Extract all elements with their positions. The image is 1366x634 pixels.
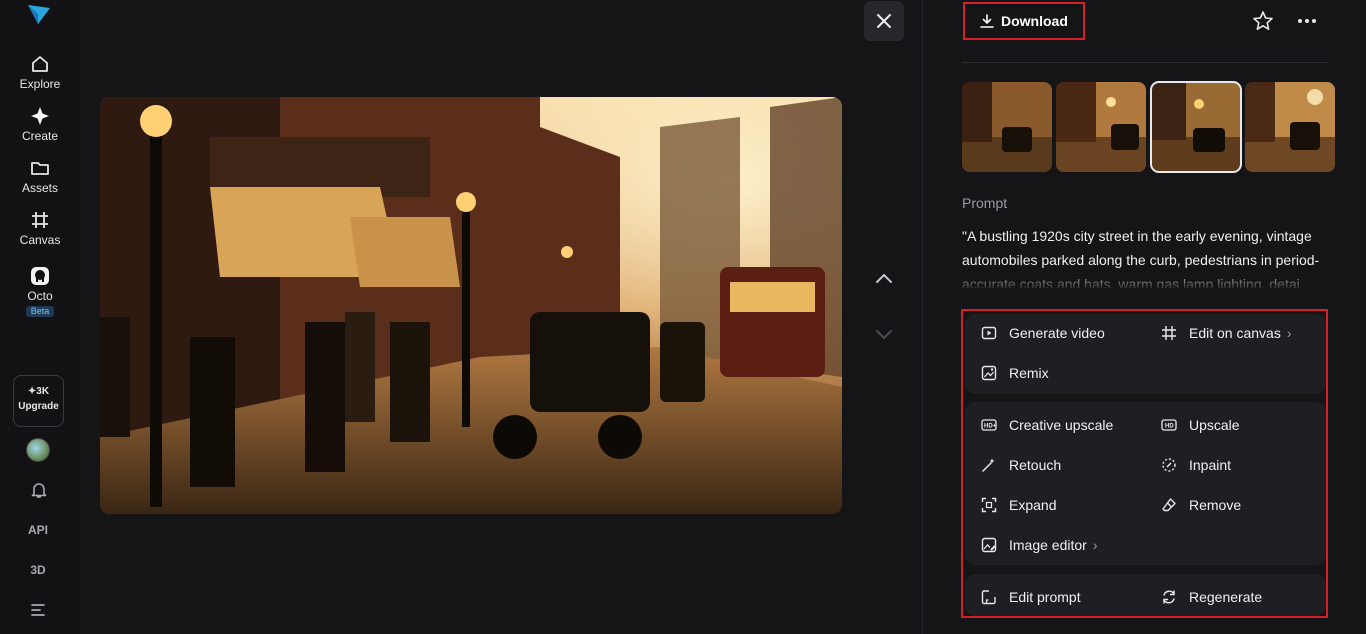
edit-prompt-icon (981, 590, 996, 605)
nav-assets[interactable]: Assets (0, 158, 80, 195)
street-scene-image (100, 97, 842, 514)
close-button[interactable] (864, 1, 904, 41)
api-link[interactable]: API (0, 523, 76, 537)
thumbnail-2[interactable] (1056, 82, 1146, 172)
download-button[interactable]: Download (963, 2, 1085, 40)
canvas-grid-icon (1162, 326, 1176, 340)
chevron-right-icon: › (1286, 325, 1292, 341)
edit-prompt-button[interactable]: Edit prompt (981, 587, 1081, 607)
upgrade-button[interactable]: ✦3K Upgrade (13, 375, 64, 427)
thumbnail-image (1151, 82, 1241, 172)
folder-icon (31, 162, 49, 175)
remove-label: Remove (1189, 497, 1242, 513)
close-icon (877, 14, 891, 28)
prompt-fade (962, 268, 1328, 290)
remove-button[interactable]: Remove (1161, 495, 1241, 515)
magic-wand-icon (982, 458, 995, 472)
thumbnail-4[interactable] (1245, 82, 1335, 172)
bell-icon[interactable] (30, 481, 48, 499)
remix-button[interactable]: Remix (981, 363, 1049, 383)
image-editor-label: Image editor (1009, 537, 1087, 553)
regenerate-icon (1163, 590, 1175, 604)
creative-upscale-label: Creative upscale (1009, 417, 1114, 433)
left-sidebar: Explore Create Assets Canvas Octo Beta ✦… (0, 0, 80, 634)
nav-octo[interactable]: Octo Beta (0, 266, 80, 317)
upscale-label: Upscale (1189, 417, 1240, 433)
expand-label: Expand (1009, 497, 1057, 513)
creative-upscale-button[interactable]: HD+ Creative upscale (981, 415, 1113, 435)
menu-icon[interactable] (31, 604, 45, 616)
image-editor-icon (981, 537, 997, 553)
eraser-icon (1162, 498, 1176, 512)
nav-octo-label: Octo (27, 289, 53, 303)
nav-canvas[interactable]: Canvas (0, 210, 80, 247)
download-icon (980, 14, 994, 28)
generate-video-button[interactable]: Generate video (981, 323, 1105, 343)
inpaint-circle-icon (1162, 458, 1176, 472)
thumbnail-image (1245, 82, 1335, 172)
3d-link[interactable]: 3D (0, 563, 76, 577)
play-video-icon (981, 326, 997, 340)
prompt-label: Prompt (962, 195, 1008, 211)
hd-plus-icon: HD+ (981, 419, 997, 431)
edit-on-canvas-button[interactable]: Edit on canvas › (1161, 323, 1292, 343)
expand-button[interactable]: Expand (981, 495, 1056, 515)
nav-explore-label: Explore (19, 77, 61, 91)
panel-divider-horizontal (962, 62, 1328, 63)
canvas-grid-icon (32, 212, 48, 228)
upgrade-label: Upgrade (18, 401, 59, 412)
thumbnail-1[interactable] (962, 82, 1052, 172)
image-editor-button[interactable]: Image editor › (981, 535, 1098, 555)
edit-prompt-label: Edit prompt (1009, 589, 1081, 605)
sparkle-icon (31, 107, 49, 125)
app-root: Explore Create Assets Canvas Octo Beta ✦… (0, 0, 1366, 634)
avatar[interactable] (26, 438, 50, 462)
remix-label: Remix (1009, 365, 1049, 381)
regenerate-label: Regenerate (1189, 589, 1263, 605)
chevron-right-icon: › (1092, 537, 1098, 553)
beta-badge: Beta (25, 306, 55, 317)
upscale-button[interactable]: HD Upscale (1161, 415, 1240, 435)
actions-panel: Generate video Edit on canvas › Remix HD… (961, 309, 1328, 618)
octo-icon (31, 267, 49, 285)
expand-icon (981, 497, 997, 513)
hd-icon: HD (1161, 419, 1177, 431)
generate-video-label: Generate video (1009, 325, 1105, 341)
regenerate-button[interactable]: Regenerate (1161, 587, 1262, 607)
remix-image-icon (981, 365, 997, 381)
chevron-up-icon[interactable] (872, 266, 896, 290)
nav-create[interactable]: Create (0, 106, 80, 143)
credits-count: ✦3K (27, 386, 50, 397)
svg-text:HD+: HD+ (984, 424, 997, 430)
nav-canvas-label: Canvas (19, 233, 61, 247)
svg-text:HD: HD (1165, 424, 1174, 430)
thumbnail-image (962, 82, 1052, 172)
retouch-button[interactable]: Retouch (981, 455, 1061, 475)
more-options-icon[interactable] (1296, 10, 1318, 32)
home-icon (32, 56, 48, 72)
logo-icon[interactable] (26, 2, 52, 26)
chevron-down-icon[interactable] (872, 322, 896, 346)
main-image[interactable] (100, 97, 842, 514)
inpaint-label: Inpaint (1189, 457, 1232, 473)
edit-on-canvas-label: Edit on canvas (1189, 325, 1281, 341)
nav-explore[interactable]: Explore (0, 54, 80, 91)
nav-assets-label: Assets (21, 181, 58, 195)
nav-create-label: Create (21, 129, 59, 143)
inpaint-button[interactable]: Inpaint (1161, 455, 1231, 475)
retouch-label: Retouch (1009, 457, 1062, 473)
star-icon[interactable] (1252, 10, 1274, 32)
download-label: Download (1001, 13, 1068, 29)
thumbnail-3-selected[interactable] (1150, 81, 1242, 173)
thumbnail-image (1056, 82, 1146, 172)
